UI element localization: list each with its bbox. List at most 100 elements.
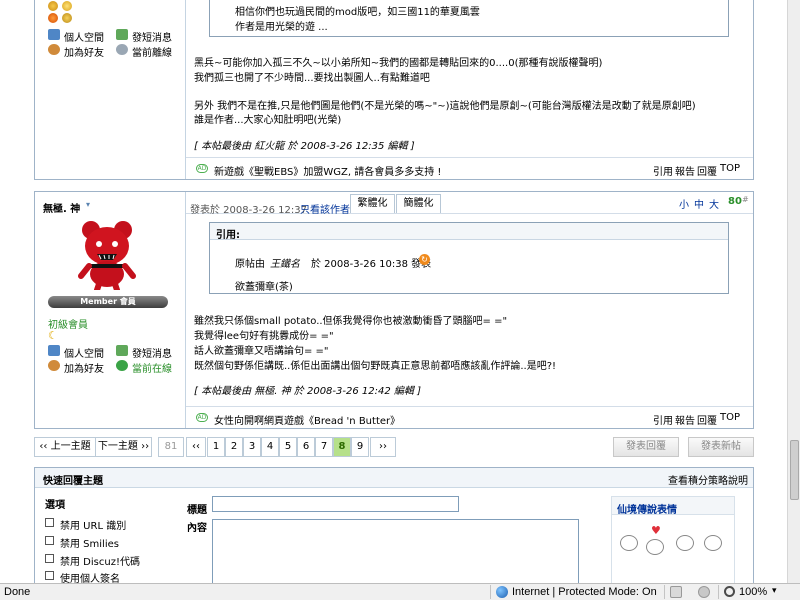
medal-icon — [62, 13, 72, 23]
profile-space-link[interactable]: 個人空間 — [64, 29, 104, 44]
moon-icon: ☾ — [48, 329, 58, 342]
message-icon[interactable] — [116, 345, 128, 356]
home-icon[interactable] — [48, 29, 60, 40]
quote-source-time: 於 2008-3-26 10:38 發表 — [311, 259, 432, 270]
quote-title: 引用: — [216, 230, 240, 241]
home-icon[interactable] — [48, 345, 60, 356]
avatar[interactable] — [67, 216, 147, 293]
page-8-current: 8 — [333, 437, 351, 457]
page-label: 5 — [284, 441, 292, 452]
page-1[interactable]: 1 — [207, 437, 225, 457]
next-topic-label: 下一主題 ›› — [97, 441, 150, 452]
quote-action[interactable]: 引用 — [653, 163, 673, 178]
smiley-icon[interactable] — [676, 535, 694, 551]
ad-link[interactable]: 女性向開啊網頁遊戲《Bread 'n Butter》 — [214, 412, 400, 427]
page-2[interactable]: 2 — [225, 437, 243, 457]
top-action[interactable]: TOP — [720, 412, 740, 423]
goto-post-icon[interactable]: ↻ — [419, 254, 430, 265]
quote-action[interactable]: 引用 — [653, 412, 673, 427]
next-topic-button[interactable]: 下一主題 ›› — [95, 437, 152, 457]
disable-discuz-code-checkbox[interactable] — [45, 554, 54, 563]
only-author-link[interactable]: 只看該作者 — [300, 201, 350, 216]
page-5[interactable]: 5 — [279, 437, 297, 457]
page-81[interactable]: 81 — [158, 437, 184, 457]
divider — [490, 585, 491, 599]
chevron-down-icon[interactable]: ▾ — [772, 585, 777, 596]
divider — [718, 585, 719, 599]
medal-icon — [48, 13, 58, 23]
page-next[interactable]: ›› — [370, 437, 396, 457]
quick-reply-panel: 快速回覆主題 查看積分策略說明 選項 禁用 URL 識別 禁用 Smilies … — [34, 467, 754, 583]
zoom-level[interactable]: 100% — [739, 586, 767, 598]
smiley-icon[interactable] — [704, 535, 722, 551]
disable-smilies-checkbox[interactable] — [45, 536, 54, 545]
report-action[interactable]: 報告 — [675, 163, 695, 178]
smiley-icon[interactable] — [646, 539, 664, 555]
traditional-label: 繁體化 — [357, 198, 388, 209]
smiley-icon[interactable] — [620, 535, 638, 551]
page-6[interactable]: 6 — [297, 437, 315, 457]
ad-link[interactable]: 新遊戲《聖戰EBS》加盟WGZ, 請各會員多多支持 ! — [214, 163, 441, 178]
page-4[interactable]: 4 — [261, 437, 279, 457]
points-help-link[interactable]: 查看積分策略說明 — [668, 472, 748, 487]
profile-space-link[interactable]: 個人空間 — [64, 345, 104, 360]
smilies-panel: 仙境傳說表情 ♥ — [611, 496, 735, 583]
disable-url-checkbox[interactable] — [45, 518, 54, 527]
settings-icon[interactable] — [698, 586, 710, 598]
prev-topic-button[interactable]: ‹‹ 上一主題 — [34, 437, 96, 457]
page-7[interactable]: 7 — [315, 437, 333, 457]
zoom-icon[interactable] — [724, 586, 735, 597]
subject-input[interactable] — [212, 496, 459, 512]
post-reply-button[interactable]: 發表回覆 — [613, 437, 679, 457]
quote-body: 欲蓋彌章(茶) — [235, 282, 293, 293]
add-friend-icon[interactable] — [48, 44, 60, 55]
page-9[interactable]: 9 — [351, 437, 369, 457]
page-label: 7 — [320, 441, 328, 452]
content-textarea[interactable] — [212, 519, 579, 583]
post-time: 發表於 2008-3-26 12:37 — [190, 205, 307, 216]
simplified-button[interactable]: 簡體化 — [396, 194, 441, 213]
message-icon[interactable] — [116, 29, 128, 40]
heart-icon: ♥ — [651, 524, 661, 537]
use-signature-checkbox[interactable] — [45, 571, 54, 580]
security-icon[interactable] — [670, 586, 682, 598]
add-friend-link[interactable]: 加為好友 — [64, 44, 104, 59]
page-prev[interactable]: ‹‹ — [186, 437, 206, 457]
post-1-footer: AD 新遊戲《聖戰EBS》加盟WGZ, 請各會員多多支持 ! 引用 報告 回覆 … — [186, 157, 753, 179]
new-thread-button[interactable]: 發表新帖 — [688, 437, 754, 457]
post-body-line: 誰是作者...大家心知肚明吧(光榮) — [194, 115, 342, 126]
add-friend-icon[interactable] — [48, 360, 60, 371]
font-medium[interactable]: 中 — [694, 196, 704, 211]
chevron-down-icon[interactable]: ▾ — [86, 200, 90, 209]
font-small[interactable]: 小 — [679, 196, 689, 211]
zone-text[interactable]: Internet | Protected Mode: On — [512, 586, 657, 598]
traditional-button[interactable]: 繁體化 — [350, 194, 395, 213]
simplified-label: 簡體化 — [403, 198, 434, 209]
online-status: 當前在線 — [132, 364, 172, 375]
post-2-author-panel: 無極. 神 ▾ Member 會員 初級會員 ☾ 個人空間 發短消息 加為好友 … — [35, 192, 186, 428]
post-body-line: 另外 我們不是在推,只是他們圖是他們(不是光榮的嗎~"~)這說他們是原創~(可能… — [194, 101, 696, 112]
quick-reply-header: 快速回覆主題 查看積分策略說明 — [35, 468, 753, 488]
post-reply-label: 發表回覆 — [626, 441, 666, 452]
send-message-link[interactable]: 發短消息 — [132, 29, 172, 44]
report-action[interactable]: 報告 — [675, 412, 695, 427]
page-viewport: 個人空間 發短消息 加為好友 當前離線 相信你們也玩過民間的mod版吧，如三國1… — [0, 0, 787, 583]
scrollbar-thumb[interactable] — [790, 440, 799, 500]
page-next-label: ›› — [379, 441, 387, 452]
online-status: 當前離線 — [132, 48, 172, 59]
font-large[interactable]: 大 — [709, 196, 719, 211]
smilies-title: 仙境傳說表情 — [617, 505, 677, 516]
content-label: 內容 — [187, 523, 207, 534]
reply-action[interactable]: 回覆 — [697, 412, 717, 427]
page-3[interactable]: 3 — [243, 437, 261, 457]
reply-action[interactable]: 回覆 — [697, 163, 717, 178]
username[interactable]: 無極. 神 — [43, 200, 80, 215]
quick-reply-title: 快速回覆主題 — [43, 476, 103, 487]
page-label: 9 — [356, 441, 364, 452]
post-2-content: 發表於 2008-3-26 12:37 只看該作者 繁體化 簡體化 小 中 大 … — [186, 192, 753, 428]
smilies-header: 仙境傳說表情 — [612, 497, 734, 516]
add-friend-link[interactable]: 加為好友 — [64, 360, 104, 375]
top-action[interactable]: TOP — [720, 163, 740, 174]
vertical-scrollbar[interactable] — [787, 0, 800, 583]
send-message-link[interactable]: 發短消息 — [132, 345, 172, 360]
